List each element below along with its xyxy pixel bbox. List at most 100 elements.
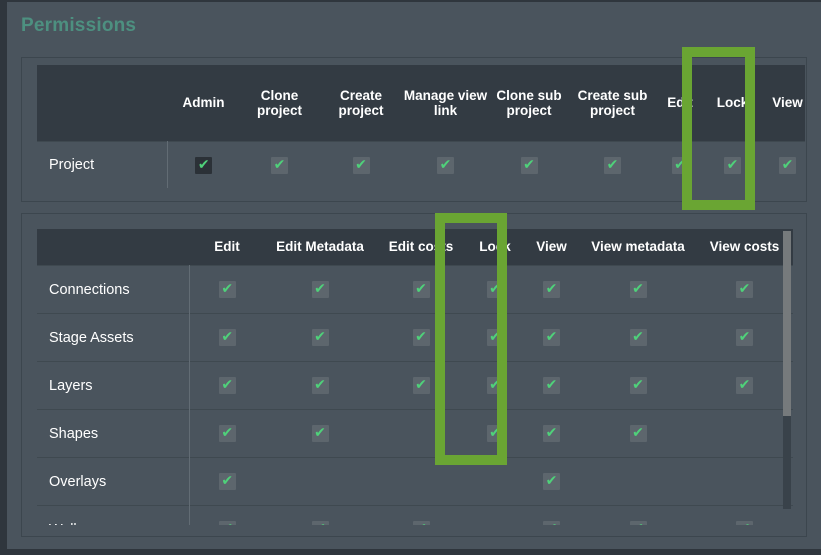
checkbox-project-lock[interactable]: ✔ xyxy=(724,156,741,174)
checkbox-connections-lock[interactable]: ✔ xyxy=(486,281,504,298)
entity-cell: ✔ xyxy=(580,409,696,458)
entity-cell: ✔ xyxy=(189,313,265,362)
entity-column-header-view[interactable]: View xyxy=(523,229,580,266)
project-cell: ✔ xyxy=(705,141,760,188)
checkbox-walls-edit-metadata[interactable]: ✔ xyxy=(311,521,329,525)
entity-column-header-edit[interactable]: Edit xyxy=(189,229,265,266)
entity-column-header-edit-metadata[interactable]: Edit Metadata xyxy=(265,229,375,266)
project-header-row: Admin Clone project Create project Manage v… xyxy=(37,65,805,142)
checkbox-overlays-view[interactable]: ✔ xyxy=(543,473,560,490)
entity-column-header-view-metadata[interactable]: View metadata xyxy=(580,229,696,266)
checkbox-connections-view-metadata[interactable]: ✔ xyxy=(629,281,647,298)
project-permissions-table: Admin Clone project Create project Manage v… xyxy=(37,65,805,188)
checkbox-layers-lock[interactable]: ✔ xyxy=(486,377,504,394)
checkbox-stage-assets-view[interactable]: ✔ xyxy=(543,329,560,346)
checkbox-layers-edit-costs[interactable]: ✔ xyxy=(412,377,430,394)
entity-cell: ✔ xyxy=(580,457,696,506)
table-row: Layers ✔ ✔ ✔ ✔ ✔ ✔ ✔ xyxy=(37,361,793,410)
project-permissions-card: Admin Clone project Create project Manage v… xyxy=(21,57,807,202)
entity-cell: ✔ xyxy=(523,409,580,458)
project-table-header: Admin Clone project Create project Manage v… xyxy=(37,65,805,142)
checkbox-stage-assets-lock[interactable]: ✔ xyxy=(486,329,504,346)
checkbox-stage-assets-view-costs[interactable]: ✔ xyxy=(736,329,753,346)
checkbox-stage-assets-edit-costs[interactable]: ✔ xyxy=(412,329,430,346)
table-row: Walls ✔ ✔ ✔ ✔ ✔ ✔ ✔ xyxy=(37,505,793,525)
checkbox-stage-assets-edit[interactable]: ✔ xyxy=(218,329,236,346)
entity-table-vertical-scrollbar[interactable] xyxy=(783,231,791,509)
entity-cell: ✔ xyxy=(189,457,265,506)
entity-column-header-view-costs[interactable]: View costs xyxy=(696,229,793,266)
project-column-header-admin[interactable]: Admin xyxy=(167,65,240,142)
project-cell: ✔ xyxy=(167,141,240,188)
project-table-scroll-area: Admin Clone project Create project Manage v… xyxy=(23,59,805,190)
project-column-header-create-sub-project[interactable]: Create sub project xyxy=(570,65,655,142)
checkbox-stage-assets-view-metadata[interactable]: ✔ xyxy=(629,329,647,346)
entity-table-header: Edit Edit Metadata Edit costs Lock View View … xyxy=(37,229,793,266)
checkbox-project-admin[interactable]: ✔ xyxy=(195,156,213,174)
checkbox-shapes-edit[interactable]: ✔ xyxy=(218,425,236,442)
entity-cell: ✔ xyxy=(375,265,467,314)
checkbox-shapes-view[interactable]: ✔ xyxy=(543,425,560,442)
checkbox-project-create-sub-project[interactable]: ✔ xyxy=(604,156,621,174)
checkbox-layers-view-costs[interactable]: ✔ xyxy=(736,377,753,394)
entity-cell: ✔ xyxy=(265,361,375,410)
checkbox-project-edit[interactable]: ✔ xyxy=(671,156,689,174)
page-title: Permissions xyxy=(21,15,137,36)
entity-cell: ✔ xyxy=(467,505,523,525)
checkbox-project-view[interactable]: ✔ xyxy=(779,156,796,174)
checkbox-layers-edit-metadata[interactable]: ✔ xyxy=(311,377,329,394)
checkbox-walls-edit[interactable]: ✔ xyxy=(218,521,236,525)
checkbox-layers-view[interactable]: ✔ xyxy=(543,377,560,394)
entity-cell: ✔ xyxy=(265,265,375,314)
entity-cell: ✔ xyxy=(696,313,793,362)
entity-cell: ✔ xyxy=(467,457,523,506)
checkbox-walls-edit-costs[interactable]: ✔ xyxy=(412,521,430,525)
checkbox-connections-view[interactable]: ✔ xyxy=(543,281,560,298)
project-cell: ✔ xyxy=(655,141,705,188)
checkbox-layers-edit[interactable]: ✔ xyxy=(218,377,236,394)
checkbox-shapes-edit-metadata[interactable]: ✔ xyxy=(311,425,329,442)
checkbox-project-clone-sub-project[interactable]: ✔ xyxy=(520,156,538,174)
checkbox-walls-view-metadata[interactable]: ✔ xyxy=(629,521,647,525)
entity-cell: ✔ xyxy=(523,313,580,362)
table-row: Shapes ✔ ✔ ✔ ✔ ✔ ✔ ✔ xyxy=(37,409,793,458)
checkbox-project-manage-view-link[interactable]: ✔ xyxy=(437,156,454,174)
project-column-header-manage-view-link[interactable]: Manage view link xyxy=(403,65,488,142)
entity-cell: ✔ xyxy=(467,409,523,458)
project-column-header-lock[interactable]: Lock xyxy=(705,65,760,142)
entity-table-scrollbar-thumb[interactable] xyxy=(783,231,791,416)
checkbox-connections-edit-metadata[interactable]: ✔ xyxy=(311,281,329,298)
entity-table-body: Connections ✔ ✔ ✔ ✔ ✔ ✔ ✔ Stage Assets ✔ ✔ ✔ ✔ ✔ ✔ ✔ Lay… xyxy=(37,265,793,525)
project-column-header-clone-sub-project[interactable]: Clone sub project xyxy=(488,65,570,142)
project-cell: ✔ xyxy=(319,141,403,188)
entity-column-header-lock[interactable]: Lock xyxy=(467,229,523,266)
entity-cell: ✔ xyxy=(189,265,265,314)
entity-cell: ✔ xyxy=(375,457,467,506)
project-column-header-view[interactable]: View xyxy=(760,65,805,142)
checkbox-project-clone-project[interactable]: ✔ xyxy=(271,156,288,174)
checkbox-connections-view-costs[interactable]: ✔ xyxy=(736,281,753,298)
checkbox-stage-assets-edit-metadata[interactable]: ✔ xyxy=(311,329,329,346)
entity-header-rowlabel xyxy=(37,229,189,266)
checkbox-connections-edit-costs[interactable]: ✔ xyxy=(412,281,430,298)
entity-column-header-edit-costs[interactable]: Edit costs xyxy=(375,229,467,266)
checkbox-layers-view-metadata[interactable]: ✔ xyxy=(629,377,647,394)
checkbox-overlays-edit[interactable]: ✔ xyxy=(218,473,236,490)
entity-cell: ✔ xyxy=(467,361,523,410)
checkbox-walls-view[interactable]: ✔ xyxy=(543,521,560,525)
project-column-header-create-project[interactable]: Create project xyxy=(319,65,403,142)
checkbox-walls-view-costs[interactable]: ✔ xyxy=(736,521,753,525)
entity-row-label-shapes: Shapes xyxy=(37,409,190,458)
entity-cell: ✔ xyxy=(265,457,375,506)
checkbox-connections-edit[interactable]: ✔ xyxy=(218,281,236,298)
checkbox-shapes-view-metadata[interactable]: ✔ xyxy=(629,425,647,442)
project-column-header-edit[interactable]: Edit xyxy=(655,65,705,142)
checkbox-shapes-lock[interactable]: ✔ xyxy=(486,425,504,442)
entity-cell: ✔ xyxy=(580,361,696,410)
project-column-header-clone-project[interactable]: Clone project xyxy=(240,65,319,142)
entity-cell: ✔ xyxy=(375,361,467,410)
entity-cell: ✔ xyxy=(189,409,265,458)
entity-cell: ✔ xyxy=(467,313,523,362)
project-cell: ✔ xyxy=(570,141,655,188)
checkbox-project-create-project[interactable]: ✔ xyxy=(352,156,370,174)
